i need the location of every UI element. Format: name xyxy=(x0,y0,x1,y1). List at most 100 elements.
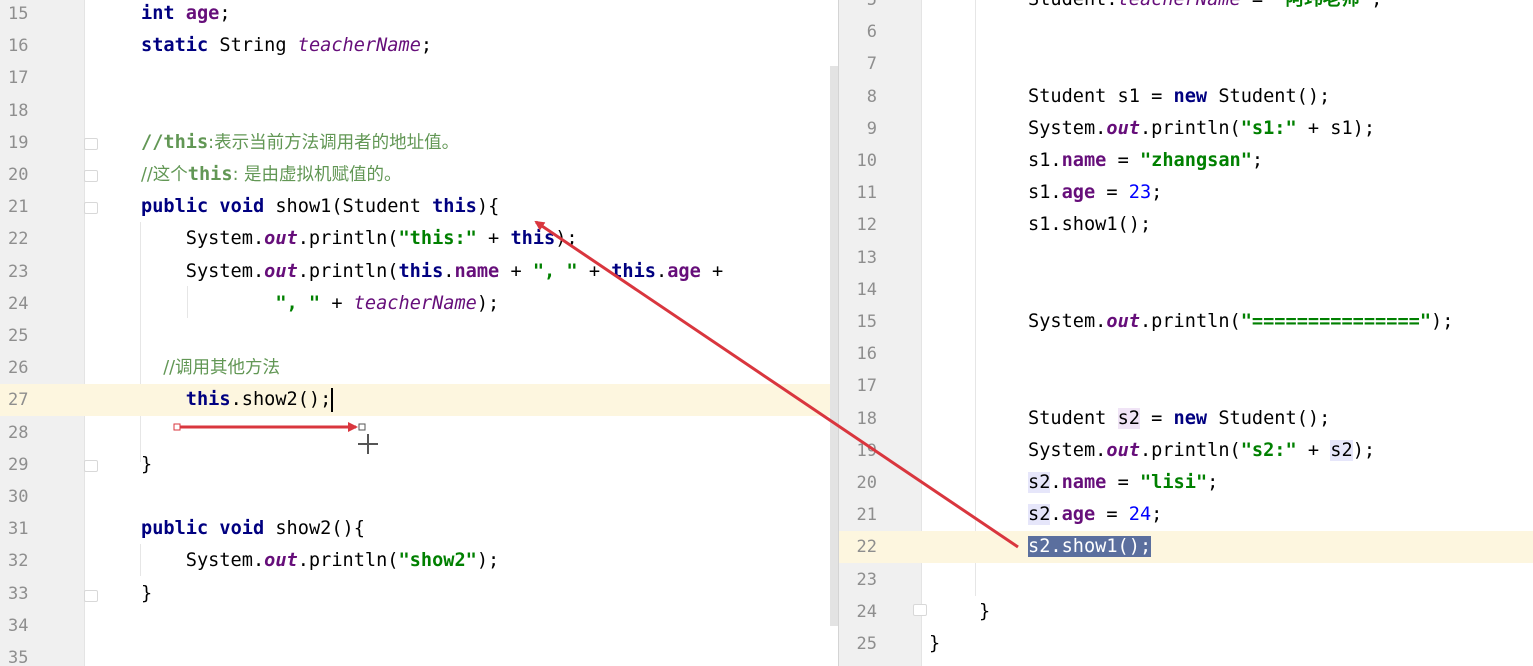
code-text[interactable]: s2.show1(); xyxy=(1028,531,1152,563)
code-line[interactable]: 16 xyxy=(839,338,1533,370)
code-line[interactable]: 23 System.out.println(this.name + ", " +… xyxy=(0,256,838,288)
code-text[interactable]: s2.name = "lisi"; xyxy=(1028,467,1218,499)
code-token: int xyxy=(141,3,186,24)
code-line[interactable]: 16 static String teacherName; xyxy=(0,30,838,62)
code-text[interactable]: } xyxy=(929,628,940,660)
code-line[interactable]: 6 xyxy=(839,16,1533,48)
code-text[interactable]: Student s1 = new Student(); xyxy=(1028,81,1330,113)
code-text[interactable]: } xyxy=(141,578,152,610)
code-text[interactable]: //调用其他方法 xyxy=(141,352,280,384)
code-line[interactable]: 18 Student s2 = new Student(); xyxy=(839,403,1533,435)
code-text[interactable]: System.out.println("this:" + this); xyxy=(141,223,578,255)
code-text[interactable]: static String teacherName; xyxy=(141,30,432,62)
code-text[interactable]: System.out.println("show2"); xyxy=(141,545,499,577)
code-line[interactable]: 35 xyxy=(0,642,838,666)
code-line[interactable]: 14 xyxy=(839,274,1533,306)
code-token: "s1:" xyxy=(1240,117,1297,139)
fold-marker-icon[interactable] xyxy=(84,170,98,182)
code-line[interactable]: 24 ", " + teacherName); xyxy=(0,288,838,320)
code-line[interactable]: 26 //调用其他方法 xyxy=(0,352,838,384)
code-token: Student(); xyxy=(1218,85,1331,107)
code-line[interactable]: 30 xyxy=(0,481,838,513)
code-token: : 是由虚拟机赋值的。 xyxy=(232,165,402,185)
code-token: ; xyxy=(1151,504,1163,526)
line-number: 17 xyxy=(856,376,877,397)
code-line[interactable]: 8 Student s1 = new Student(); xyxy=(839,81,1533,113)
code-text[interactable]: } xyxy=(979,596,990,628)
code-line[interactable]: 31 public void show2(){ xyxy=(0,513,838,545)
code-token: .println( xyxy=(297,228,399,250)
code-text[interactable]: System.out.println("s2:" + s2); xyxy=(1028,435,1375,467)
code-line[interactable]: 19 //this:表示当前方法调用者的地址值。 xyxy=(0,127,838,159)
code-line[interactable]: 22 s2.show1(); xyxy=(839,531,1533,564)
code-line[interactable]: 34 xyxy=(0,610,838,642)
code-text[interactable]: public void show2(){ xyxy=(141,513,365,545)
fold-marker-icon[interactable] xyxy=(84,590,98,602)
code-token: = xyxy=(1106,150,1140,171)
code-text[interactable]: //这个this: 是由虚拟机赋值的。 xyxy=(141,159,402,191)
code-line[interactable]: 17 xyxy=(839,370,1533,402)
code-line[interactable]: 29} xyxy=(0,449,838,481)
fold-marker-icon[interactable] xyxy=(84,460,98,472)
left-scrollbar-thumb[interactable] xyxy=(830,66,838,626)
code-token: static xyxy=(141,35,220,57)
code-token: name xyxy=(454,260,500,282)
code-line[interactable]: 17 xyxy=(0,62,838,94)
code-line[interactable]: 10 s1.name = "zhangsan"; xyxy=(839,145,1533,177)
code-text[interactable]: s2.age = 24; xyxy=(1028,499,1162,531)
code-line[interactable]: 20 //这个this: 是由虚拟机赋值的。 xyxy=(0,159,838,191)
code-line[interactable]: 15 System.out.println("==============="); xyxy=(839,306,1533,338)
code-text[interactable]: Student s2 = new Student(); xyxy=(1028,403,1330,435)
code-text[interactable]: ", " + teacherName); xyxy=(141,288,499,320)
code-line[interactable]: 23 xyxy=(839,564,1533,596)
code-text[interactable]: int age; xyxy=(141,0,231,30)
code-line[interactable]: 5 Student.teacherName = "阿玮老师"; xyxy=(839,0,1533,16)
code-text[interactable]: s1.show1(); xyxy=(1028,209,1151,241)
code-text[interactable]: s1.age = 23; xyxy=(1028,177,1162,209)
code-line[interactable]: 13 xyxy=(839,242,1533,274)
code-line[interactable]: 27 this.show2(); xyxy=(0,384,838,417)
code-token: System. xyxy=(141,228,265,250)
code-line[interactable]: 33} xyxy=(0,578,838,610)
code-text[interactable]: } xyxy=(141,449,152,481)
code-token: out xyxy=(264,550,298,572)
code-token: + xyxy=(476,228,511,250)
code-line[interactable]: 28 xyxy=(0,417,838,449)
right-editor-pane[interactable]: 5Student.teacherName = "阿玮老师";678Student… xyxy=(838,0,1533,666)
code-line[interactable]: 9 System.out.println("s1:" + s1); xyxy=(839,113,1533,145)
code-line[interactable]: 12 s1.show1(); xyxy=(839,209,1533,241)
code-text[interactable]: s1.name = "zhangsan"; xyxy=(1028,145,1263,177)
code-line[interactable]: 21 s2.age = 24; xyxy=(839,499,1533,531)
code-token: show2(){ xyxy=(275,518,365,540)
code-token: age xyxy=(1061,504,1096,526)
code-text[interactable]: Student.teacherName = "阿玮老师"; xyxy=(1028,0,1382,16)
code-line[interactable]: 24} xyxy=(839,596,1533,628)
code-line[interactable]: 11 s1.age = 23; xyxy=(839,177,1533,209)
code-text[interactable]: System.out.println("==============="); xyxy=(1028,306,1453,338)
code-line[interactable]: 22 System.out.println("this:" + this); xyxy=(0,223,838,255)
code-text[interactable]: public void show1(Student this){ xyxy=(141,191,499,223)
line-number: 13 xyxy=(856,247,877,268)
code-token: = xyxy=(1095,504,1129,526)
code-text[interactable]: //this:表示当前方法调用者的地址值。 xyxy=(141,127,459,159)
code-line[interactable]: 19 System.out.println("s2:" + s2); xyxy=(839,435,1533,467)
code-token: } xyxy=(141,453,153,475)
line-number: 15 xyxy=(8,4,29,24)
code-line[interactable]: 15 int age; xyxy=(0,0,838,30)
code-text[interactable]: System.out.println("s1:" + s1); xyxy=(1028,113,1375,145)
code-line[interactable]: 7 xyxy=(839,48,1533,80)
code-line[interactable]: 20 s2.name = "lisi"; xyxy=(839,467,1533,499)
code-text[interactable]: System.out.println(this.name + ", " + th… xyxy=(141,256,723,288)
code-line[interactable]: 21 public void show1(Student this){ xyxy=(0,191,838,223)
code-text[interactable]: this.show2(); xyxy=(141,384,334,416)
code-line[interactable]: 32 System.out.println("show2"); xyxy=(0,545,838,577)
left-editor-pane[interactable]: 15 int age; 16 static String teacherName; 17… xyxy=(0,0,838,666)
code-line[interactable]: 25} xyxy=(839,628,1533,660)
code-line[interactable]: 18 xyxy=(0,95,838,127)
code-line[interactable]: 25 xyxy=(0,320,838,352)
fold-marker-icon[interactable] xyxy=(913,604,927,616)
code-token: s2 xyxy=(1330,439,1353,461)
fold-marker-icon[interactable] xyxy=(84,202,98,214)
fold-marker-icon[interactable] xyxy=(84,138,98,150)
line-number: 25 xyxy=(8,326,29,346)
